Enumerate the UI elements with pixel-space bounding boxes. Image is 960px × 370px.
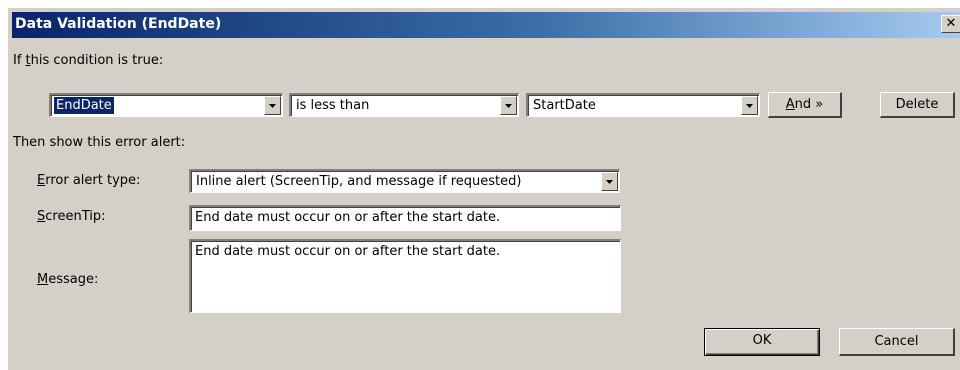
condition-label: If this condition is true:	[13, 53, 164, 68]
message-textarea[interactable]: End date must occur on or after the star…	[189, 239, 621, 313]
compare-dropdown-button[interactable]	[741, 96, 758, 115]
error-alert-type-select[interactable]: Inline alert (ScreenTip, and message if …	[189, 169, 620, 193]
dropdown-arrow-icon	[505, 104, 512, 108]
data-validation-dialog: Data Validation (EndDate) ✕ If this cond…	[8, 8, 960, 370]
screentip-label: ScreenTip:	[37, 209, 106, 224]
compare-value-select-value: StartDate	[533, 98, 596, 113]
message-label: Message:	[37, 272, 99, 287]
error-alert-type-value: Inline alert (ScreenTip, and message if …	[196, 174, 522, 189]
error-alert-type-label: Error alert type:	[37, 173, 141, 188]
ok-button[interactable]: OK	[704, 328, 820, 356]
alert-section-label: Then show this error alert:	[13, 135, 186, 150]
close-icon: ✕	[945, 16, 957, 31]
field-dropdown-button[interactable]	[264, 96, 281, 115]
dropdown-arrow-icon	[746, 104, 753, 108]
operator-select-value: is less than	[296, 98, 370, 113]
field-select[interactable]: EndDate	[49, 93, 283, 117]
compare-value-select[interactable]: StartDate	[526, 93, 760, 117]
screentip-input-text: End date must occur on or after the star…	[195, 210, 501, 225]
and-button[interactable]: And »	[768, 92, 842, 118]
field-select-value: EndDate	[53, 96, 115, 115]
message-textarea-text: End date must occur on or after the star…	[195, 244, 501, 259]
error-alert-type-dropdown-button[interactable]	[601, 172, 618, 191]
dropdown-arrow-icon	[606, 180, 613, 184]
dropdown-arrow-icon	[269, 104, 276, 108]
screentip-input[interactable]: End date must occur on or after the star…	[189, 205, 621, 231]
operator-dropdown-button[interactable]	[500, 96, 517, 115]
cancel-button[interactable]: Cancel	[839, 328, 955, 356]
dialog-title: Data Validation (EndDate)	[15, 16, 222, 32]
delete-button[interactable]: Delete	[880, 92, 955, 118]
close-button[interactable]: ✕	[941, 15, 960, 33]
title-bar: Data Validation (EndDate) ✕	[12, 12, 960, 38]
operator-select[interactable]: is less than	[289, 93, 519, 117]
